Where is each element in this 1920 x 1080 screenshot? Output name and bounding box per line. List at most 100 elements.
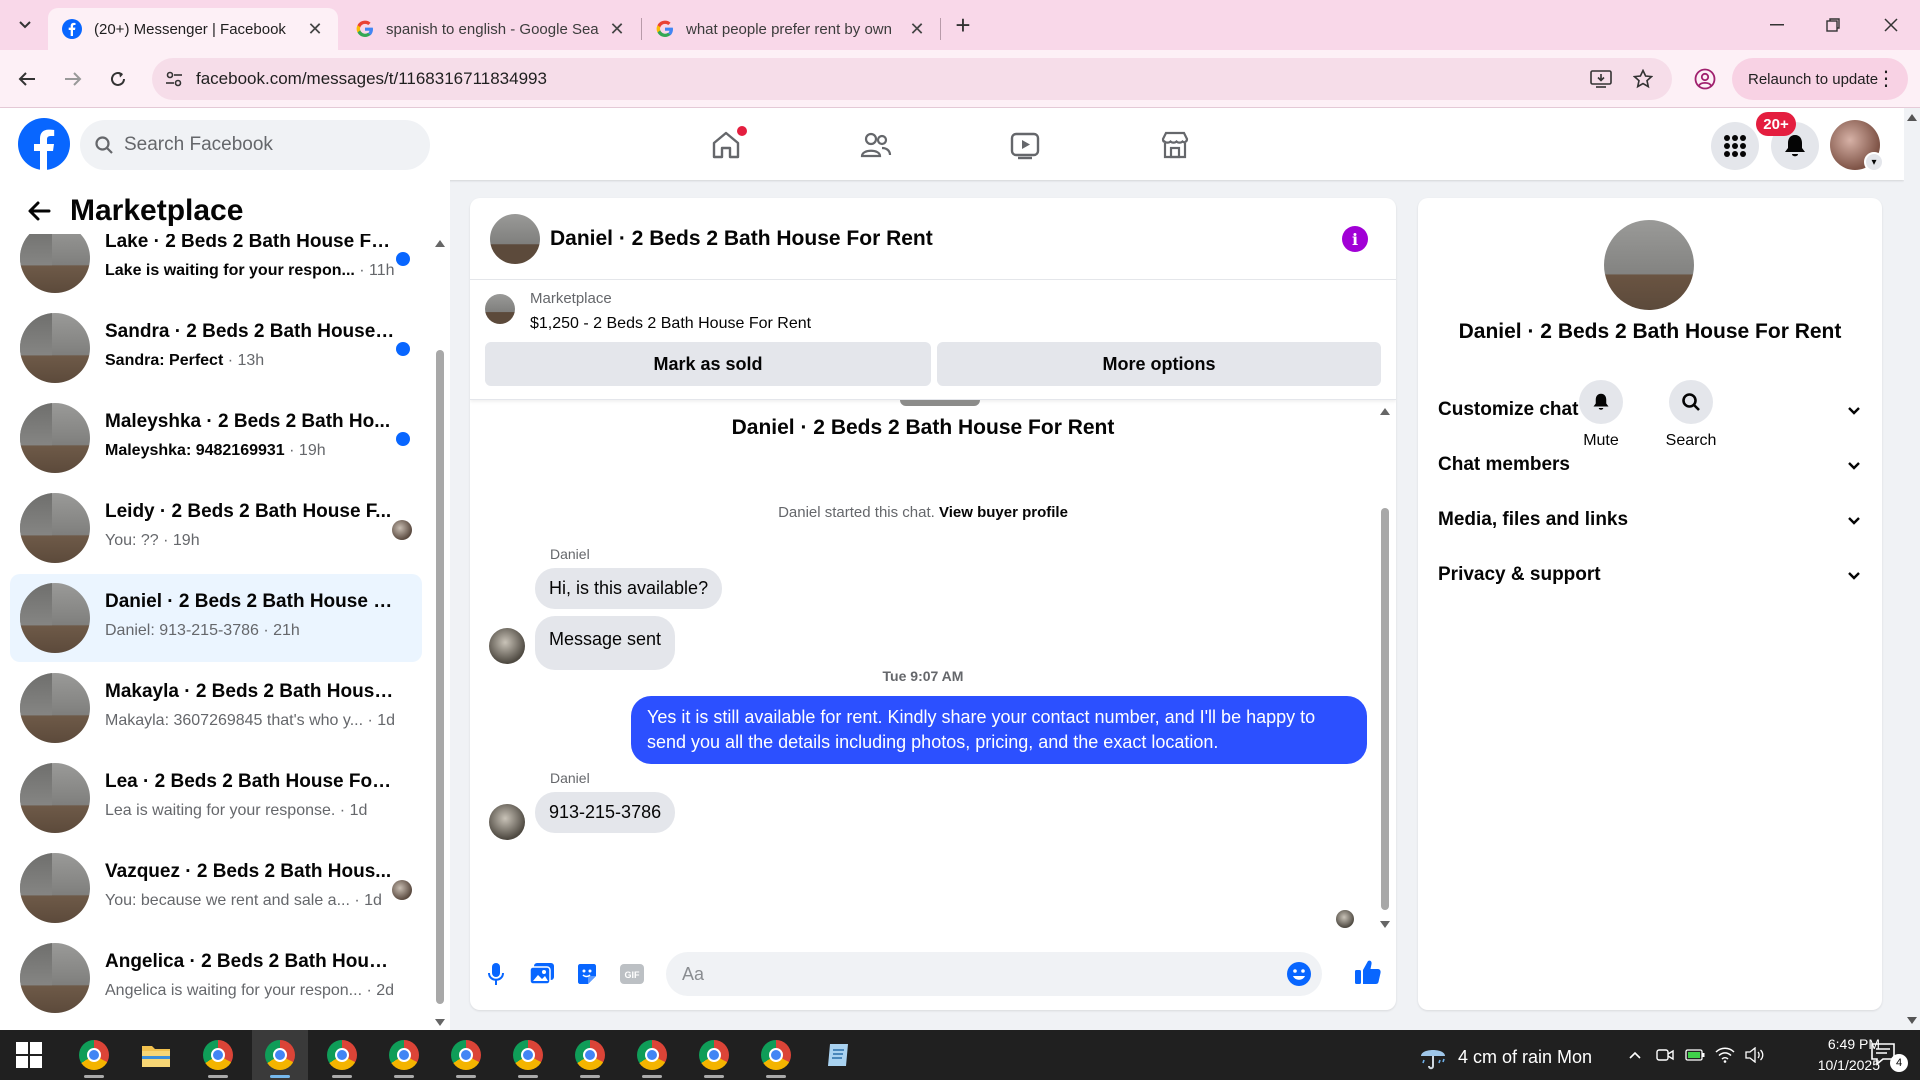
nav-watch[interactable] xyxy=(1000,120,1050,170)
microphone-icon[interactable] xyxy=(482,960,510,988)
back-arrow-icon[interactable] xyxy=(22,194,56,228)
scroll-down-arrow-icon[interactable] xyxy=(1380,921,1390,928)
facebook-search-box[interactable] xyxy=(80,120,430,170)
close-window-icon[interactable] xyxy=(1876,10,1906,40)
message-input-box[interactable] xyxy=(666,952,1322,996)
chat-item-lea[interactable]: Lea · 2 Beds 2 Bath House For R... Lea i… xyxy=(10,754,422,842)
wifi-icon[interactable] xyxy=(1714,1044,1736,1066)
volume-icon[interactable] xyxy=(1744,1044,1766,1066)
nav-home[interactable] xyxy=(701,120,751,170)
message-bubble-outgoing[interactable]: Yes it is still available for rent. Kind… xyxy=(631,696,1367,764)
taskbar-chrome-6[interactable] xyxy=(438,1030,494,1080)
tab-google-search-rent[interactable]: what people prefer rent by own ✕ xyxy=(642,8,940,50)
tab-close-icon[interactable]: ✕ xyxy=(306,19,324,40)
taskbar-chrome-1[interactable] xyxy=(66,1030,122,1080)
photo-icon[interactable] xyxy=(528,960,556,988)
tab-messenger[interactable]: (20+) Messenger | Facebook ✕ xyxy=(48,8,338,50)
taskbar-chrome-2[interactable] xyxy=(190,1030,246,1080)
taskbar-chrome-5[interactable] xyxy=(376,1030,432,1080)
show-hidden-icons-chevron-icon[interactable] xyxy=(1624,1044,1646,1066)
scroll-up-arrow-icon[interactable] xyxy=(435,240,445,247)
nav-marketplace[interactable] xyxy=(1150,120,1200,170)
address-bar[interactable]: facebook.com/messages/t/1168316711834993 xyxy=(152,58,1672,100)
site-info-icon[interactable] xyxy=(164,69,184,89)
tab-google-search-spanish[interactable]: spanish to english - Google Sea ✕ xyxy=(342,8,640,50)
taskbar-file-explorer[interactable] xyxy=(128,1030,184,1080)
new-tab-plus-icon[interactable]: + xyxy=(950,10,976,40)
page-scrollbar[interactable] xyxy=(1904,108,1920,1030)
message-bubble-incoming[interactable]: Message sent xyxy=(535,616,676,670)
taskbar-chrome-7[interactable] xyxy=(500,1030,556,1080)
tab-search-dropdown-icon[interactable] xyxy=(12,12,38,38)
chat-item-lake[interactable]: Lake · 2 Beds 2 Bath House Fo... Lake is… xyxy=(10,234,422,302)
taskbar-chrome-9[interactable] xyxy=(624,1030,680,1080)
listing-thumbnail[interactable] xyxy=(485,294,515,324)
scroll-up-arrow-icon[interactable] xyxy=(1380,408,1390,415)
more-options-button[interactable]: More options xyxy=(937,342,1381,386)
message-bubble-incoming[interactable]: Hi, is this available? xyxy=(535,568,723,609)
tab-close-icon[interactable]: ✕ xyxy=(908,19,926,40)
weather-widget[interactable]: 4 cm of rain Mon xyxy=(1418,1042,1592,1072)
meet-camera-icon[interactable] xyxy=(1654,1044,1676,1066)
thread-scrollbar[interactable] xyxy=(1378,408,1392,928)
info-icon[interactable]: i xyxy=(1342,226,1368,252)
emoji-icon[interactable] xyxy=(1286,961,1312,987)
chat-item-angelica[interactable]: Angelica · 2 Beds 2 Bath House ... Angel… xyxy=(10,934,422,1022)
minimize-icon[interactable] xyxy=(1762,10,1792,40)
conversation-title[interactable]: Daniel · 2 Beds 2 Bath House For Rent xyxy=(550,227,933,251)
message-bubble-incoming[interactable]: 913-215-3786 xyxy=(535,792,676,833)
relaunch-to-update-button[interactable]: Relaunch to update ⋮ xyxy=(1732,58,1908,100)
system-clock[interactable]: 6:49 PM 10/1/2025 xyxy=(1800,1034,1880,1076)
chat-item-vazquez[interactable]: Vazquez · 2 Beds 2 Bath Hous... You: bec… xyxy=(10,844,422,932)
bookmark-star-icon[interactable] xyxy=(1630,66,1656,92)
notification-center-button[interactable]: 4 xyxy=(1870,1042,1908,1072)
chat-item-maleyshka[interactable]: Maleyshka · 2 Beds 2 Bath Ho... Maleyshk… xyxy=(10,394,422,482)
conversation-avatar[interactable] xyxy=(490,214,540,264)
scroll-down-arrow-icon[interactable] xyxy=(1907,1017,1917,1024)
mark-as-sold-button[interactable]: Mark as sold xyxy=(485,342,931,386)
section-media-files-links[interactable]: Media, files and links xyxy=(1434,498,1866,542)
nav-friends[interactable] xyxy=(851,120,901,170)
taskbar-chrome-10[interactable] xyxy=(686,1030,742,1080)
scrollbar-thumb[interactable] xyxy=(1381,508,1389,910)
forward-icon[interactable] xyxy=(58,64,88,94)
back-icon[interactable] xyxy=(12,64,42,94)
account-avatar[interactable]: ▾ xyxy=(1830,120,1884,172)
chat-item-daniel[interactable]: Daniel · 2 Beds 2 Bath House Fo... Danie… xyxy=(10,574,422,662)
restore-icon[interactable] xyxy=(1818,10,1848,40)
chat-info-avatar[interactable] xyxy=(1604,220,1694,310)
sticker-icon[interactable] xyxy=(573,960,601,988)
tab-close-icon[interactable]: ✕ xyxy=(608,19,626,40)
facebook-search-input[interactable] xyxy=(124,132,414,158)
chat-item-leidy[interactable]: Leidy · 2 Beds 2 Bath House F... You: ??… xyxy=(10,484,422,572)
taskbar-chrome-8[interactable] xyxy=(562,1030,618,1080)
section-customize-chat[interactable]: Customize chat xyxy=(1434,388,1866,432)
section-chat-members[interactable]: Chat members xyxy=(1434,443,1866,487)
scroll-up-arrow-icon[interactable] xyxy=(1907,114,1917,121)
windows-start-icon[interactable] xyxy=(16,1042,42,1068)
scrollbar-thumb[interactable] xyxy=(436,350,444,1004)
gif-icon[interactable]: GIF xyxy=(618,960,646,988)
chat-item-makayla[interactable]: Makayla · 2 Beds 2 Bath House F... Makay… xyxy=(10,664,422,752)
install-app-icon[interactable] xyxy=(1588,66,1614,92)
section-privacy-support[interactable]: Privacy & support xyxy=(1434,553,1866,597)
battery-icon[interactable] xyxy=(1684,1044,1706,1066)
reload-icon[interactable] xyxy=(103,64,133,94)
sender-avatar[interactable] xyxy=(489,804,525,840)
chat-item-sandra[interactable]: Sandra · 2 Beds 2 Bath House ... Sandra:… xyxy=(10,304,422,392)
facebook-favicon-icon xyxy=(62,19,82,39)
view-buyer-profile-link[interactable]: View buyer profile xyxy=(939,504,1068,521)
taskbar-app-notepad[interactable] xyxy=(810,1030,866,1080)
menu-grid-button[interactable] xyxy=(1711,122,1759,170)
scroll-down-arrow-icon[interactable] xyxy=(435,1019,445,1026)
sender-avatar[interactable] xyxy=(489,628,525,664)
taskbar-chrome-active[interactable] xyxy=(252,1030,308,1080)
thumbs-up-icon[interactable] xyxy=(1354,958,1382,986)
chat-list-scrollbar[interactable] xyxy=(434,240,446,1026)
message-input[interactable] xyxy=(682,962,1262,986)
listing-price-title[interactable]: $1,250 - 2 Beds 2 Bath House For Rent xyxy=(530,315,811,333)
facebook-logo-icon[interactable] xyxy=(18,118,70,170)
taskbar-chrome-11[interactable] xyxy=(748,1030,804,1080)
profile-icon[interactable] xyxy=(1690,64,1720,94)
taskbar-chrome-4[interactable] xyxy=(314,1030,370,1080)
